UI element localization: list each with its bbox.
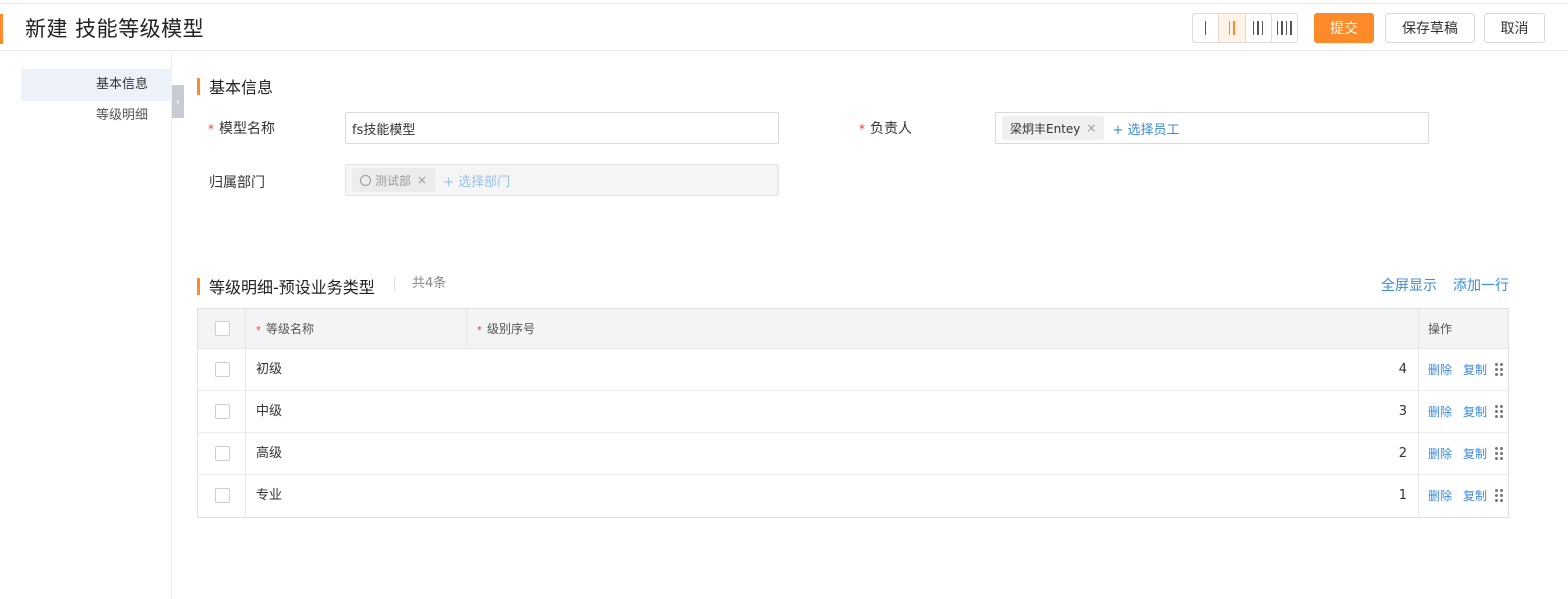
delete-row-link[interactable]: 删除	[1428, 391, 1452, 433]
column-divider	[245, 349, 246, 391]
column-layout-switch	[1192, 13, 1298, 43]
copy-row-link[interactable]: 复制	[1463, 475, 1487, 517]
section-title-text: 基本信息	[209, 78, 274, 97]
copy-row-link[interactable]: 复制	[1463, 433, 1487, 475]
fullscreen-link[interactable]: 全屏显示	[1381, 275, 1437, 295]
level-details-section-title: 等级明细-预设业务类型	[197, 274, 375, 298]
row-checkbox[interactable]	[215, 446, 230, 461]
page-header: 新建 技能等级模型 提交 保存草稿 取消	[0, 4, 1568, 51]
column-divider	[466, 309, 467, 349]
save-draft-button[interactable]: 保存草稿	[1385, 13, 1475, 43]
column-divider	[245, 309, 246, 349]
row-checkbox[interactable]	[215, 362, 230, 377]
owner-tag: 梁炯丰Entey ×	[1002, 116, 1105, 140]
level-name-cell[interactable]: 初级	[256, 349, 282, 391]
owner-label-text: 负责人	[870, 121, 912, 137]
record-count: 共4条	[394, 276, 446, 292]
required-marker: *	[859, 122, 865, 136]
level-name-cell[interactable]: 中级	[256, 391, 282, 433]
table-header: * 等级名称 * 级别序号 操作	[198, 309, 1508, 349]
layout-4-column-button[interactable]	[1272, 14, 1297, 42]
model-name-value: fs技能模型	[352, 122, 416, 138]
column-header-level-order: * 级别序号	[477, 322, 536, 336]
column-divider	[1418, 391, 1419, 433]
section-accent-bar	[197, 277, 200, 295]
copy-row-link[interactable]: 复制	[1463, 349, 1487, 391]
remove-department-icon[interactable]: ×	[417, 173, 427, 187]
drag-handle-icon[interactable]	[1495, 405, 1503, 419]
required-marker: *	[208, 122, 214, 136]
submit-button[interactable]: 提交	[1314, 13, 1374, 43]
drag-handle-icon[interactable]	[1495, 447, 1503, 461]
model-name-label: * 模型名称	[208, 118, 275, 138]
column-divider	[245, 475, 246, 517]
three-bars-icon	[1252, 21, 1264, 35]
column-divider	[1418, 475, 1419, 517]
level-order-cell[interactable]: 4	[477, 349, 1407, 391]
department-tag-text: 测试部	[375, 173, 412, 188]
level-order-cell[interactable]: 3	[477, 391, 1407, 433]
cancel-button[interactable]: 取消	[1484, 13, 1545, 43]
column-header-actions: 操作	[1428, 322, 1453, 336]
department-label: 归属部门	[209, 175, 265, 191]
section-title-text: 等级明细-预设业务类型	[209, 278, 375, 297]
level-name-cell[interactable]: 高级	[256, 433, 282, 475]
delete-row-link[interactable]: 删除	[1428, 475, 1452, 517]
owner-label: * 负责人	[859, 118, 912, 138]
page-title: 新建 技能等级模型	[25, 17, 205, 41]
department-circle-icon	[360, 174, 371, 186]
department-selector[interactable]: 测试部 × + 选择部门	[345, 164, 779, 196]
delete-row-link[interactable]: 删除	[1428, 349, 1452, 391]
layout-3-column-button[interactable]	[1246, 14, 1272, 42]
title-accent-bar	[0, 14, 3, 44]
row-checkbox[interactable]	[215, 404, 230, 419]
model-name-label-text: 模型名称	[219, 121, 275, 137]
table-row: 专业 1 删除 复制	[198, 475, 1508, 517]
row-checkbox[interactable]	[215, 488, 230, 503]
drag-handle-icon[interactable]	[1495, 363, 1503, 377]
section-accent-bar	[197, 77, 200, 95]
column-divider	[245, 433, 246, 475]
department-tag: 测试部 ×	[352, 168, 436, 192]
layout-1-column-button[interactable]	[1193, 14, 1220, 42]
model-name-input[interactable]: fs技能模型	[345, 112, 779, 144]
chevron-left-icon: ‹	[175, 95, 181, 108]
level-order-cell[interactable]: 2	[477, 433, 1407, 475]
column-divider	[245, 391, 246, 433]
remove-owner-icon[interactable]: ×	[1086, 121, 1096, 135]
add-row-link[interactable]: 添加一行	[1453, 275, 1509, 295]
one-bar-icon	[1204, 21, 1207, 35]
table-row: 中级 3 删除 复制	[198, 391, 1508, 433]
column-divider	[1418, 349, 1419, 391]
delete-row-link[interactable]: 删除	[1428, 433, 1452, 475]
nav-item-level-details[interactable]: 等级明细	[21, 100, 172, 132]
owner-tag-text: 梁炯丰Entey	[1010, 121, 1081, 136]
select-department-link[interactable]: + 选择部门	[443, 171, 510, 190]
copy-row-link[interactable]: 复制	[1463, 391, 1487, 433]
select-all-checkbox[interactable]	[215, 321, 230, 336]
owner-selector[interactable]: 梁炯丰Entey × + 选择员工	[995, 112, 1429, 144]
column-divider	[1418, 309, 1419, 349]
four-bars-icon	[1276, 21, 1292, 35]
two-bars-icon	[1228, 21, 1235, 35]
section-nav: 基本信息 等级明细	[0, 52, 172, 599]
basic-info-section-title: 基本信息	[197, 74, 273, 98]
level-order-cell[interactable]: 1	[477, 475, 1407, 517]
nav-item-basic-info[interactable]: 基本信息	[21, 69, 172, 101]
table-row: 高级 2 删除 复制	[198, 433, 1508, 475]
table-row: 初级 4 删除 复制	[198, 349, 1508, 391]
select-employee-link[interactable]: + 选择员工	[1112, 119, 1179, 138]
collapse-sidebar-button[interactable]: ‹	[172, 85, 184, 118]
column-divider	[1418, 433, 1419, 475]
level-name-cell[interactable]: 专业	[256, 475, 282, 517]
column-header-level-name: * 等级名称	[256, 322, 315, 336]
layout-2-column-button[interactable]	[1219, 14, 1246, 42]
levels-table: * 等级名称 * 级别序号 操作 初级 4 删除 复制 中级 3 删除 复制 高级 2 删除 复制 专业 1 删…	[197, 308, 1509, 518]
drag-handle-icon[interactable]	[1495, 489, 1503, 503]
